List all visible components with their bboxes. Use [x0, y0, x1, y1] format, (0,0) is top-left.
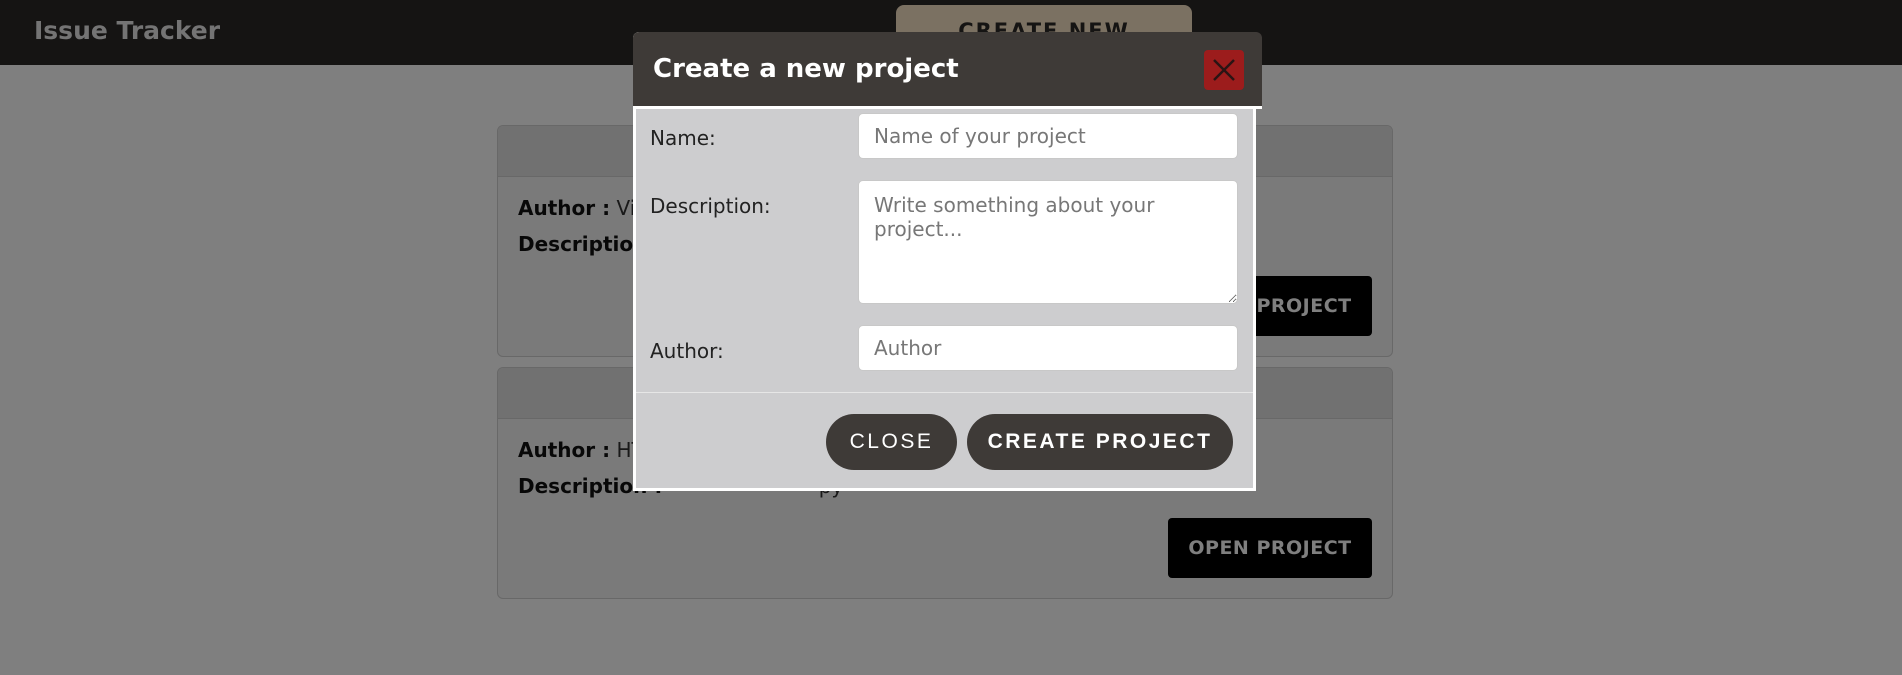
- modal-footer-divider: [636, 392, 1253, 393]
- close-button[interactable]: CLOSE: [826, 414, 957, 470]
- project-author-input[interactable]: [858, 325, 1238, 371]
- author-label: Author:: [650, 339, 724, 363]
- description-label: Description:: [650, 194, 771, 218]
- modal-close-x-button[interactable]: [1204, 50, 1244, 90]
- modal-header: Create a new project: [633, 32, 1262, 109]
- name-label: Name:: [650, 126, 716, 150]
- modal-title: Create a new project: [653, 54, 959, 84]
- project-name-input[interactable]: [858, 113, 1238, 159]
- create-project-button[interactable]: CREATE PROJECT: [967, 414, 1233, 470]
- project-description-textarea[interactable]: [858, 180, 1238, 304]
- close-icon: [1213, 59, 1235, 81]
- create-project-modal: Create a new project Name: Description: …: [633, 32, 1262, 491]
